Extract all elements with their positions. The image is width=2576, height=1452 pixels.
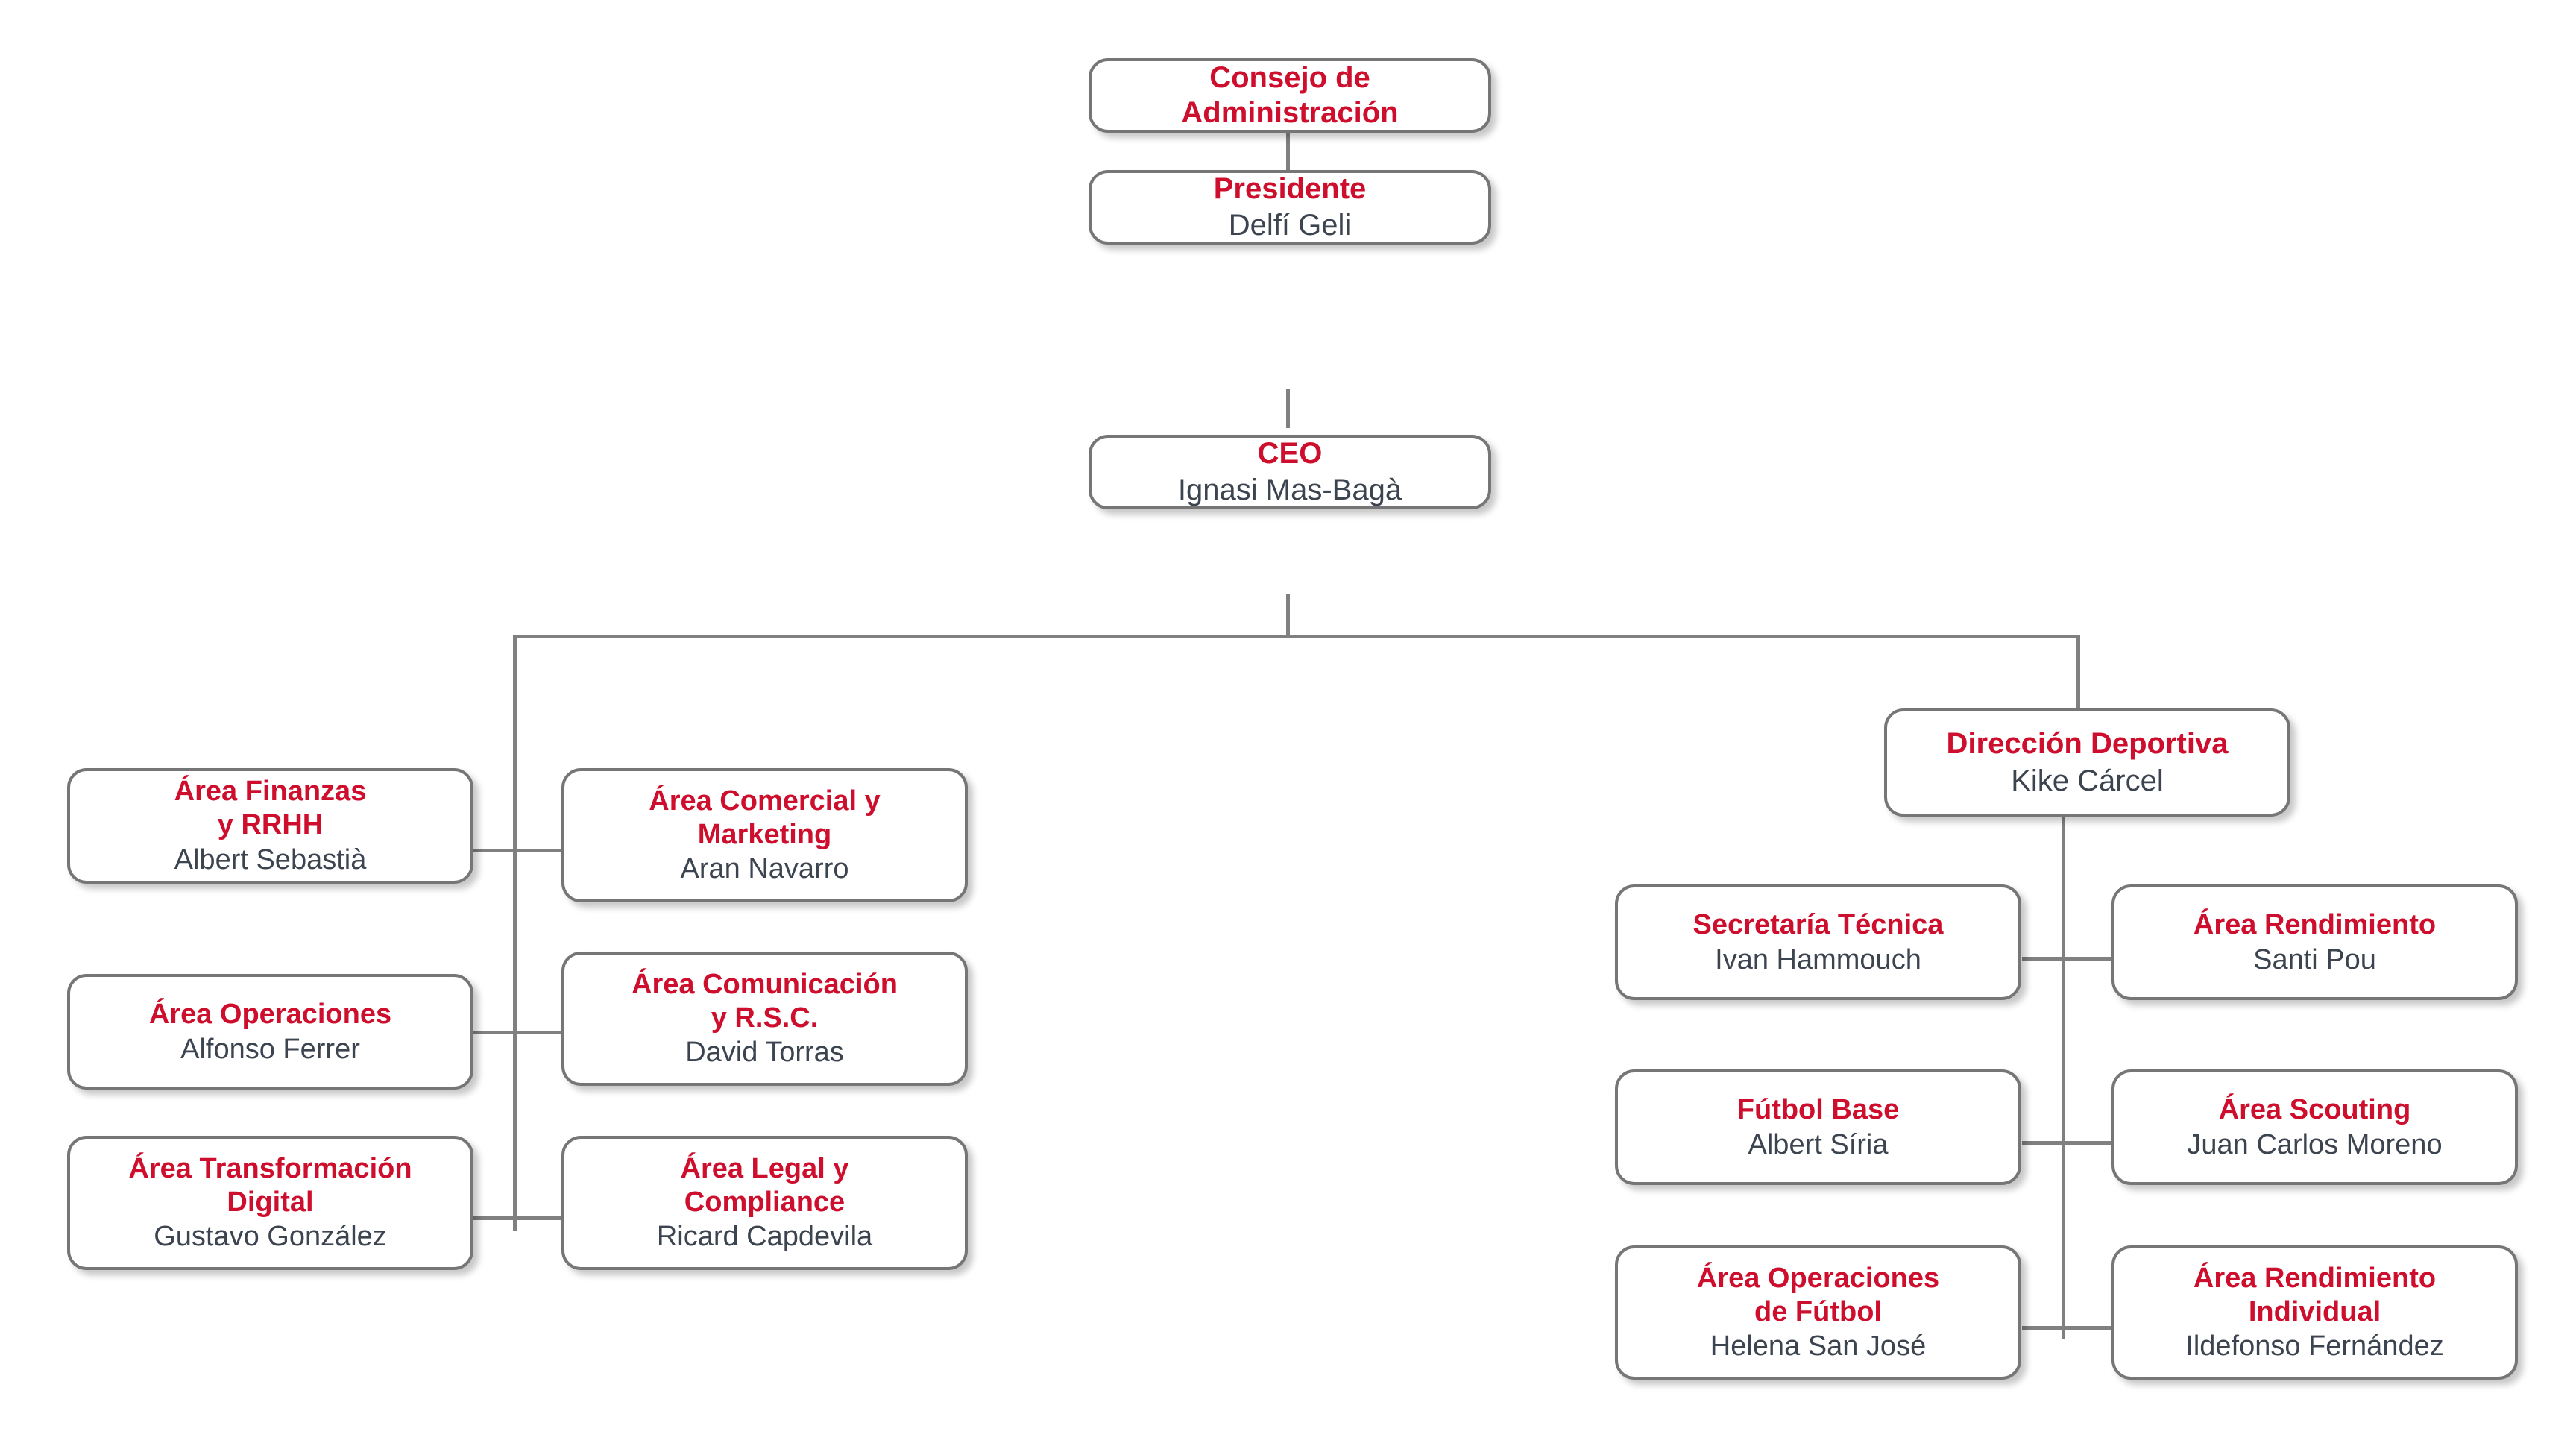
node-person: Delfí Geli <box>1228 209 1352 242</box>
node-area-operaciones[interactable]: Área Operaciones Alfonso Ferrer <box>67 974 473 1090</box>
node-title: Fútbol Base <box>1736 1093 1900 1125</box>
node-area-operaciones-de-futbol[interactable]: Área Operaciones de Fútbol Helena San Jo… <box>1615 1245 2021 1380</box>
node-person: Ignasi Mas-Bagà <box>1177 474 1402 506</box>
connector-ceo-bus <box>1286 594 1290 638</box>
node-title: Área Operaciones <box>148 998 392 1030</box>
node-person: Juan Carlos Moreno <box>2187 1128 2443 1160</box>
node-title: Área Transformación Digital <box>128 1152 412 1218</box>
connector-right-row-3 <box>2022 1326 2113 1330</box>
connector-main-bus <box>513 635 2079 638</box>
node-area-rendimiento[interactable]: Área Rendimiento Santi Pou <box>2111 884 2518 1000</box>
node-person: Ricard Capdevila <box>656 1221 873 1253</box>
node-title: Presidente <box>1213 172 1367 205</box>
node-title: Secretaría Técnica <box>1692 908 1944 940</box>
node-title: Área Comercial y Marketing <box>649 785 881 850</box>
node-presidente[interactable]: Presidente Delfí Geli <box>1089 170 1491 245</box>
node-person: Ildefonso Fernández <box>2185 1330 2444 1363</box>
node-consejo-de-administracion[interactable]: Consejo de Administración <box>1089 58 1491 133</box>
node-title: Dirección Deportiva <box>1946 727 2229 761</box>
node-person: Kike Cárcel <box>2011 764 2164 797</box>
node-person: Aran Navarro <box>680 853 849 885</box>
connector-left-row-1 <box>473 849 564 852</box>
node-person: Helena San José <box>1710 1330 1927 1363</box>
node-area-scouting[interactable]: Área Scouting Juan Carlos Moreno <box>2111 1069 2518 1185</box>
node-futbol-base[interactable]: Fútbol Base Albert Síria <box>1615 1069 2021 1185</box>
connector-left-spine <box>513 635 517 1231</box>
node-person: Gustavo González <box>154 1221 387 1253</box>
node-area-rendimiento-individual[interactable]: Área Rendimiento Individual Ildefonso Fe… <box>2111 1245 2518 1380</box>
node-area-legal-y-compliance[interactable]: Área Legal y Compliance Ricard Capdevila <box>561 1136 968 1270</box>
node-title: Área Rendimiento Individual <box>2193 1262 2437 1327</box>
node-title: Área Legal y Compliance <box>680 1152 849 1218</box>
connector-left-row-3 <box>473 1216 564 1220</box>
node-person: Alfonso Ferrer <box>180 1033 360 1065</box>
node-person: Albert Síria <box>1748 1128 1889 1160</box>
node-area-transformacion-digital[interactable]: Área Transformación Digital Gustavo Gonz… <box>67 1136 473 1270</box>
node-title: CEO <box>1257 436 1323 470</box>
node-title: Área Operaciones de Fútbol <box>1696 1262 1940 1327</box>
node-area-comunicacion-y-rsc[interactable]: Área Comunicación y R.S.C. David Torras <box>561 952 968 1086</box>
node-area-comercial-y-marketing[interactable]: Área Comercial y Marketing Aran Navarro <box>561 768 968 902</box>
node-title: Área Scouting <box>2218 1093 2411 1125</box>
node-title: Consejo de Administración <box>1181 60 1399 129</box>
connector-left-row-2 <box>473 1031 564 1034</box>
node-person: Albert Sebastià <box>174 843 367 876</box>
node-title: Área Rendimiento <box>2193 908 2437 940</box>
node-title: Área Finanzas y RRHH <box>174 776 367 841</box>
org-chart-canvas: Consejo de Administración Presidente Del… <box>0 0 2576 1452</box>
node-person: Santi Pou <box>2253 943 2376 975</box>
node-area-finanzas-y-rrhh[interactable]: Área Finanzas y RRHH Albert Sebastià <box>67 768 473 884</box>
connector-right-row-1 <box>2022 957 2113 961</box>
node-direccion-deportiva[interactable]: Dirección Deportiva Kike Cárcel <box>1884 708 2290 817</box>
connector-consejo-presidente <box>1286 133 1290 170</box>
node-person: David Torras <box>685 1037 844 1069</box>
connector-right-spine <box>2062 817 2065 1339</box>
node-title: Área Comunicación y R.S.C. <box>632 968 898 1034</box>
connector-right-row-2 <box>2022 1141 2113 1145</box>
connector-presidente-ceo <box>1286 389 1290 428</box>
node-ceo-main[interactable]: CEO Ignasi Mas-Bagà <box>1089 435 1491 509</box>
connector-bus-deportiva <box>2076 635 2080 708</box>
node-secretaria-tecnica[interactable]: Secretaría Técnica Ivan Hammouch <box>1615 884 2021 1000</box>
node-person: Ivan Hammouch <box>1715 943 1921 975</box>
